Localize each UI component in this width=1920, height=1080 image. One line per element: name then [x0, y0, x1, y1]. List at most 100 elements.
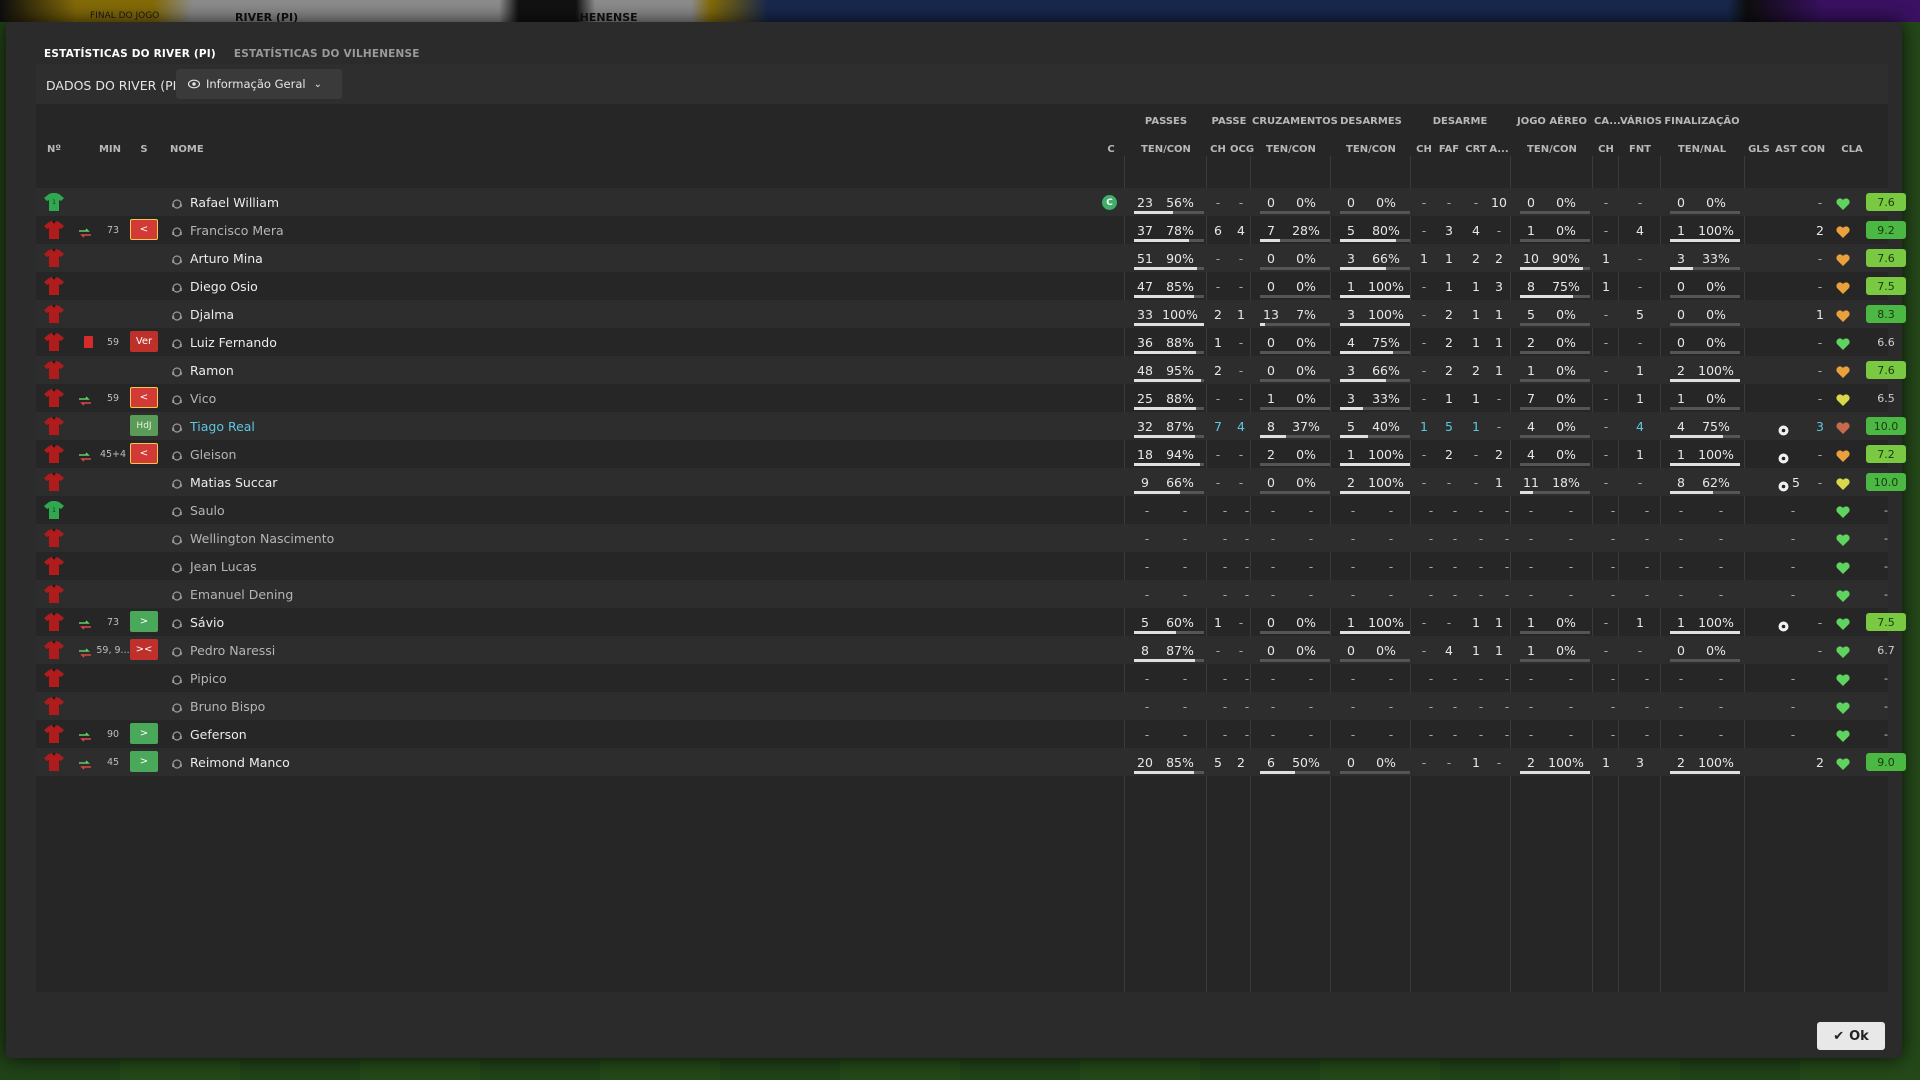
stat-cell: 51 — [1137, 251, 1153, 266]
player-name[interactable]: Bruno Bispo — [190, 699, 265, 714]
player-row[interactable]: 1 Saulo - - - - - - - - - - - - - - - - - - - - — [36, 496, 1888, 524]
player-name[interactable]: Emanuel Dening — [190, 587, 293, 602]
player-row[interactable]: HdJ Tiago Real 32 87% 7 4 8 37% 5 40% 1 5 1-4 0% -4 4 75… — [36, 412, 1906, 440]
stat-cell: 1 — [1636, 615, 1644, 630]
player-row[interactable]: Pipico - - - - - - - - - - - - - - - - - - - - — [36, 664, 1888, 692]
col-min[interactable]: MIN — [92, 144, 128, 155]
col-con[interactable]: CON — [1800, 144, 1826, 155]
col-num[interactable]: Nº — [44, 144, 64, 155]
stat-cell: 33% — [1702, 251, 1730, 266]
tab-away-stats[interactable]: ESTATÍSTICAS DO VILHENENSE — [232, 42, 422, 66]
stat-cell: - — [1603, 419, 1609, 434]
player-row[interactable]: Emanuel Dening - - - - - - - - - - - - - - - - - - - - — [36, 580, 1888, 608]
player-row[interactable]: 45 > Reimond Manco 20 85% 5 2 6 50% 0 0% - -1-2 100% 1… — [36, 748, 1906, 776]
group-passes: PASSES — [1144, 116, 1188, 127]
stat-cell: - — [1446, 475, 1452, 490]
player-row[interactable]: Arturo Mina 51 90% - - 0 0% 3 66% 1 1 2 2 10 90% 1 - 3 33%… — [36, 244, 1906, 272]
rating-badge: 7.6 — [1866, 249, 1906, 267]
stat-cell: 100% — [1698, 223, 1734, 238]
tab-home-stats[interactable]: ESTATÍSTICAS DO RIVER (PI) — [42, 42, 218, 66]
stat-cell: - — [1238, 643, 1244, 658]
player-row[interactable]: 45+4 < Gleison 18 94% - - 2 0% 1 100% - 2 - 2 4 0% - 1 1 100… — [36, 440, 1906, 468]
player-row[interactable]: Matias Succar 9 66% - -0 0% 2 100% - - -1 11 18% - -8 6… — [36, 468, 1906, 496]
col-gls[interactable]: GLS — [1746, 144, 1772, 155]
player-name[interactable]: Vico — [190, 391, 216, 406]
player-row[interactable]: Bruno Bispo - - - - - - - - - - - - - - - - - - - - — [36, 692, 1888, 720]
player-row[interactable]: 59, 9... >< Pedro Naressi 8 87% - -0 0% 0 0% -4 1 1 1… — [36, 636, 1895, 664]
player-name[interactable]: Wellington Nascimento — [190, 531, 334, 546]
col-ca-ch[interactable]: CH — [1594, 144, 1618, 155]
player-name[interactable]: Ramon — [190, 363, 234, 378]
stat-cell: 5 — [1214, 755, 1222, 770]
condition-heart-icon — [1836, 560, 1850, 574]
col-var-fnt[interactable]: FNT — [1620, 144, 1660, 155]
stat-cell: - — [1678, 699, 1684, 714]
player-row[interactable]: 59 Ver Luiz Fernando 36 88% 1-0 0% 4 75% -2 1 1 2 0% -… — [36, 328, 1895, 356]
stat-cell: - — [1610, 559, 1616, 574]
stat-cell: - — [1528, 671, 1534, 686]
player-name[interactable]: Pipico — [190, 671, 227, 686]
stat-cell: 0% — [1556, 447, 1576, 462]
view-dropdown[interactable]: Informação Geral ⌄ — [176, 69, 342, 99]
player-row[interactable]: 73 < Francisco Mera 37 78% 6 4 7 28% 5 80% -3 4-1 0% -… — [36, 216, 1906, 244]
col-des-ch[interactable]: CH — [1414, 144, 1434, 155]
player-row[interactable]: Wellington Nascimento - - - - - - - - - - - - - - - - - - -… — [36, 524, 1888, 552]
rating-badge: 8.3 — [1866, 305, 1906, 323]
player-name[interactable]: Francisco Mera — [190, 223, 284, 238]
col-cla[interactable]: CLA — [1832, 144, 1872, 155]
ok-button[interactable]: ✔ Ok — [1817, 1022, 1885, 1050]
player-name[interactable]: Sávio — [190, 615, 224, 630]
col-ast[interactable]: AST — [1774, 144, 1798, 155]
stat-cell: 2 — [1816, 755, 1824, 770]
player-name[interactable]: Luiz Fernando — [190, 335, 277, 350]
player-name[interactable]: Geferson — [190, 727, 247, 742]
player-row[interactable]: 73 > Sávio 5 60% 1-0 0% 1 100% - -1 1 1 0% -1 1 100% -7.5 — [36, 608, 1906, 636]
col-fin-tennal[interactable]: TEN/NAL — [1662, 144, 1742, 155]
stat-cell: - — [1308, 587, 1314, 602]
col-nome[interactable]: NOME — [170, 144, 230, 155]
player-row[interactable]: 90 > Geferson - - - - - - - - - - - - - - - - - - - - — [36, 720, 1888, 748]
col-c[interactable]: C — [1104, 144, 1118, 155]
condition-heart-icon — [1836, 700, 1850, 714]
player-name[interactable]: Reimond Manco — [190, 755, 290, 770]
player-row[interactable]: 59 < Vico 25 88% - - 1 0% 3 33% - 1 1 - 7 0% - 1 1 0% - 6.5 — [36, 384, 1895, 412]
col-s[interactable]: S — [136, 144, 152, 155]
player-name[interactable]: Rafael William — [190, 195, 279, 210]
headset-icon — [171, 420, 183, 433]
col-passe-ch[interactable]: CH — [1208, 144, 1228, 155]
stat-cell: 2 — [1237, 755, 1245, 770]
col-passe-ocg[interactable]: OCG — [1230, 144, 1254, 155]
stat-cell: 0% — [1296, 475, 1316, 490]
stat-cell: - — [1238, 279, 1244, 294]
player-name[interactable]: Arturo Mina — [190, 251, 263, 266]
col-des-faf[interactable]: FAF — [1436, 144, 1462, 155]
col-des-a[interactable]: A... — [1488, 144, 1510, 155]
player-row[interactable]: 1 Rafael William C 23 56% - -0 0% 0 0% - - -10 0 0% - -0… — [36, 188, 1906, 216]
col-des-crt[interactable]: CRT — [1464, 144, 1488, 155]
player-row[interactable]: Diego Osio 47 85% - -0 0% 1 100% -1 1 3 8 75% 1-0 0% -7… — [36, 272, 1906, 300]
col-passes-tencon[interactable]: TEN/CON — [1126, 144, 1206, 155]
player-row[interactable]: Djalma 33 100% 2 1 13 7% 3 100% -2 1 1 5 0% -5 0 0% 1 8.3 — [36, 300, 1906, 328]
player-name[interactable]: Pedro Naressi — [190, 643, 275, 658]
stat-cell: 8 — [1267, 419, 1275, 434]
player-row[interactable]: Jean Lucas - - - - - - - - - - - - - - - - - - - - — [36, 552, 1888, 580]
player-name[interactable]: Matias Succar — [190, 475, 277, 490]
col-aereo-tencon[interactable]: TEN/CON — [1512, 144, 1592, 155]
player-row[interactable]: Ramon 48 95% 2-0 0% 3 66% -2 2 1 1 0% -1 2 100% -7.6 — [36, 356, 1906, 384]
progress-bar — [1134, 771, 1194, 774]
stat-cell: 1 — [1527, 223, 1535, 238]
stat-cell: 2 — [1445, 363, 1453, 378]
subbed-off-badge: < — [130, 387, 158, 408]
col-cruz-tencon[interactable]: TEN/CON — [1252, 144, 1330, 155]
stat-cell: - — [1308, 531, 1314, 546]
stat-cell: 2 — [1527, 755, 1535, 770]
player-name[interactable]: Saulo — [190, 503, 225, 518]
player-name[interactable]: Tiago Real — [190, 419, 255, 434]
player-name[interactable]: Diego Osio — [190, 279, 258, 294]
headset-icon — [171, 756, 183, 769]
col-desarmes-tencon[interactable]: TEN/CON — [1332, 144, 1410, 155]
player-name[interactable]: Jean Lucas — [190, 559, 257, 574]
stat-cell: 66% — [1166, 475, 1194, 490]
player-name[interactable]: Djalma — [190, 307, 234, 322]
player-name[interactable]: Gleison — [190, 447, 236, 462]
